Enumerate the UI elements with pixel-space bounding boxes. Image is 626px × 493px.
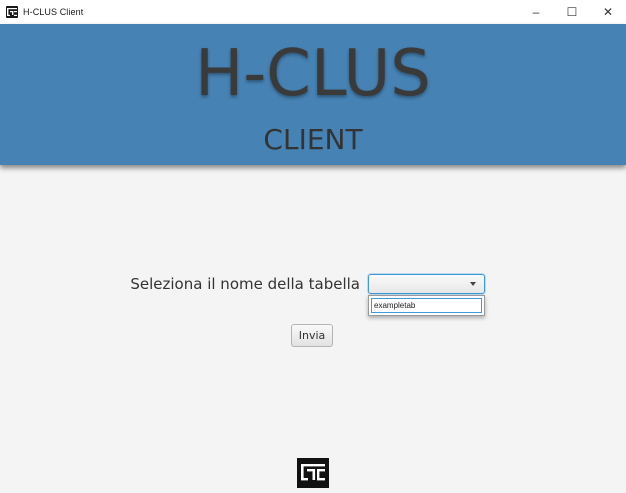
- table-name-combobox[interactable]: [368, 274, 485, 294]
- table-select-label: Seleziona il nome della tabella: [130, 275, 360, 293]
- close-button[interactable]: ✕: [590, 0, 626, 24]
- brand-title: H-CLUS: [195, 37, 431, 111]
- title-bar: H-CLUS Client – ☐ ✕: [0, 0, 626, 24]
- window-title: H-CLUS Client: [23, 7, 84, 17]
- brand-subtitle: CLIENT: [263, 123, 363, 156]
- minimize-button[interactable]: –: [518, 0, 554, 24]
- submit-button[interactable]: Invia: [291, 324, 333, 347]
- maximize-button[interactable]: ☐: [554, 0, 590, 24]
- table-name-dropdown: exampletab: [368, 295, 485, 316]
- chevron-down-icon[interactable]: [470, 282, 476, 286]
- app-logo-icon: [6, 6, 18, 18]
- app-window: H-CLUS Client – ☐ ✕ H-CLUS CLIENT Selezi…: [0, 0, 626, 493]
- footer-logo-icon: [297, 458, 329, 488]
- table-select-row: Seleziona il nome della tabella: [0, 274, 626, 296]
- header-banner: H-CLUS CLIENT: [0, 24, 626, 165]
- dropdown-option[interactable]: exampletab: [371, 298, 482, 313]
- window-controls: – ☐ ✕: [518, 0, 626, 24]
